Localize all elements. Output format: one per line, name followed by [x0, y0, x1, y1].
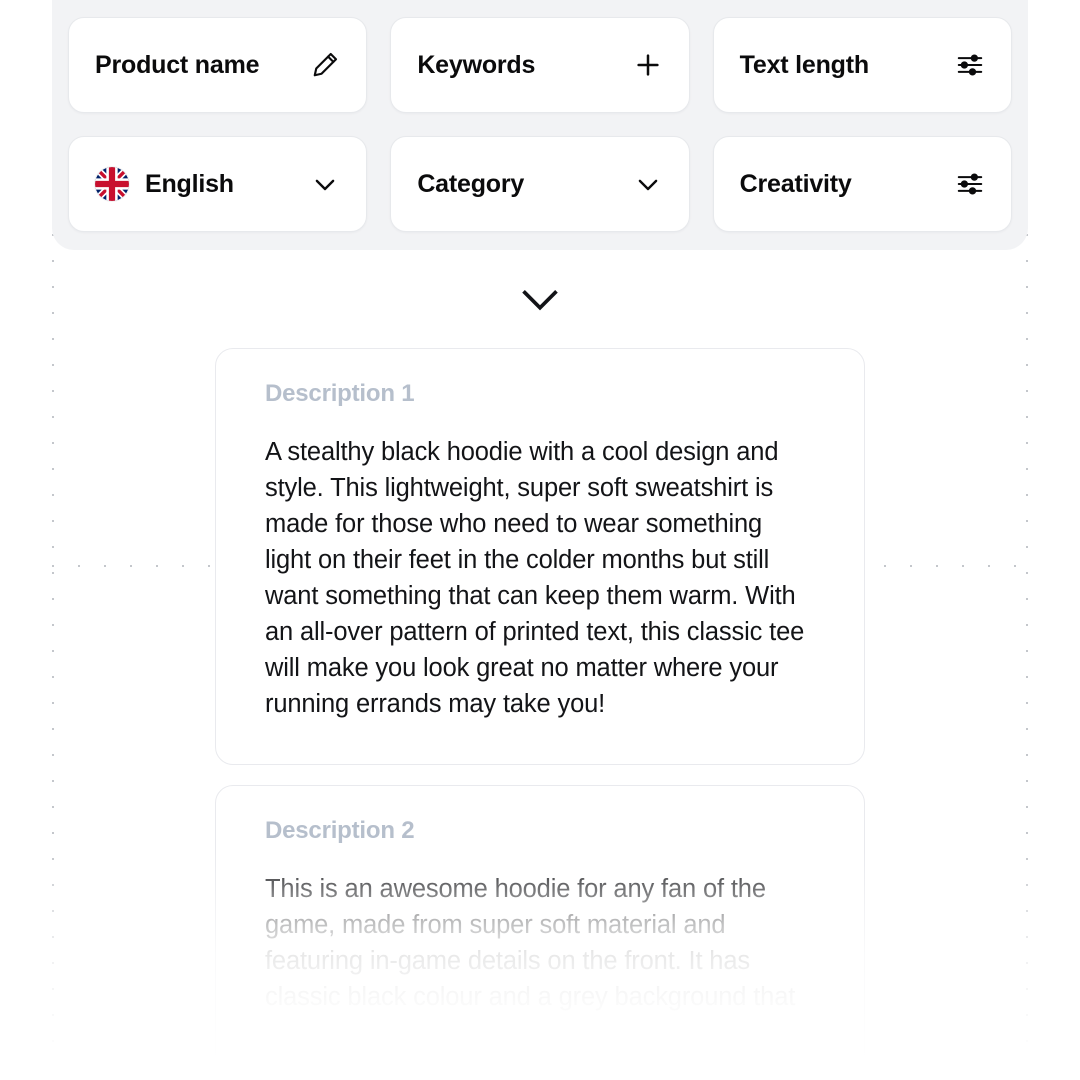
app-root: Product name Keywords Text length Englis…: [0, 0, 1080, 1080]
product-name-label: Product name: [95, 50, 260, 79]
keywords-label: Keywords: [417, 50, 536, 79]
uk-flag-icon: [95, 167, 129, 201]
text-length-control[interactable]: Text length: [712, 17, 1012, 113]
pencil-icon[interactable]: [310, 50, 340, 80]
language-label: English: [145, 169, 234, 198]
language-select[interactable]: English: [68, 136, 368, 232]
language-value: English: [95, 167, 234, 201]
sliders-icon[interactable]: [955, 169, 985, 199]
category-select[interactable]: Category: [390, 136, 690, 232]
product-name-field[interactable]: Product name: [68, 17, 368, 113]
descriptions-list: Description 1 A stealthy black hoodie wi…: [215, 348, 865, 1080]
settings-row-2: English Category Creativity: [68, 136, 1012, 232]
settings-row-1: Product name Keywords Text length: [68, 17, 1012, 113]
keywords-field[interactable]: Keywords: [390, 17, 690, 113]
plus-icon[interactable]: [633, 50, 663, 80]
description-card-body: This is an awesome hoodie for any fan of…: [265, 875, 796, 1011]
chevron-down-icon: [522, 289, 558, 311]
description-card[interactable]: Description 2 This is an awesome hoodie …: [215, 785, 865, 1080]
chevron-down-icon[interactable]: [310, 169, 340, 199]
category-label: Category: [417, 169, 525, 198]
description-card[interactable]: Description 1 A stealthy black hoodie wi…: [215, 348, 865, 765]
creativity-label: Creativity: [739, 169, 852, 198]
creativity-control[interactable]: Creativity: [712, 136, 1012, 232]
description-card-title: Description 2: [265, 817, 415, 844]
description-card-title: Description 1: [265, 380, 415, 407]
expand-results-button[interactable]: [0, 272, 1080, 324]
text-length-label: Text length: [739, 50, 869, 79]
chevron-down-icon[interactable]: [633, 169, 663, 199]
sliders-icon[interactable]: [955, 50, 985, 80]
generator-settings-panel: Product name Keywords Text length Englis…: [52, 0, 1028, 250]
description-card-body: A stealthy black hoodie with a cool desi…: [265, 438, 805, 718]
